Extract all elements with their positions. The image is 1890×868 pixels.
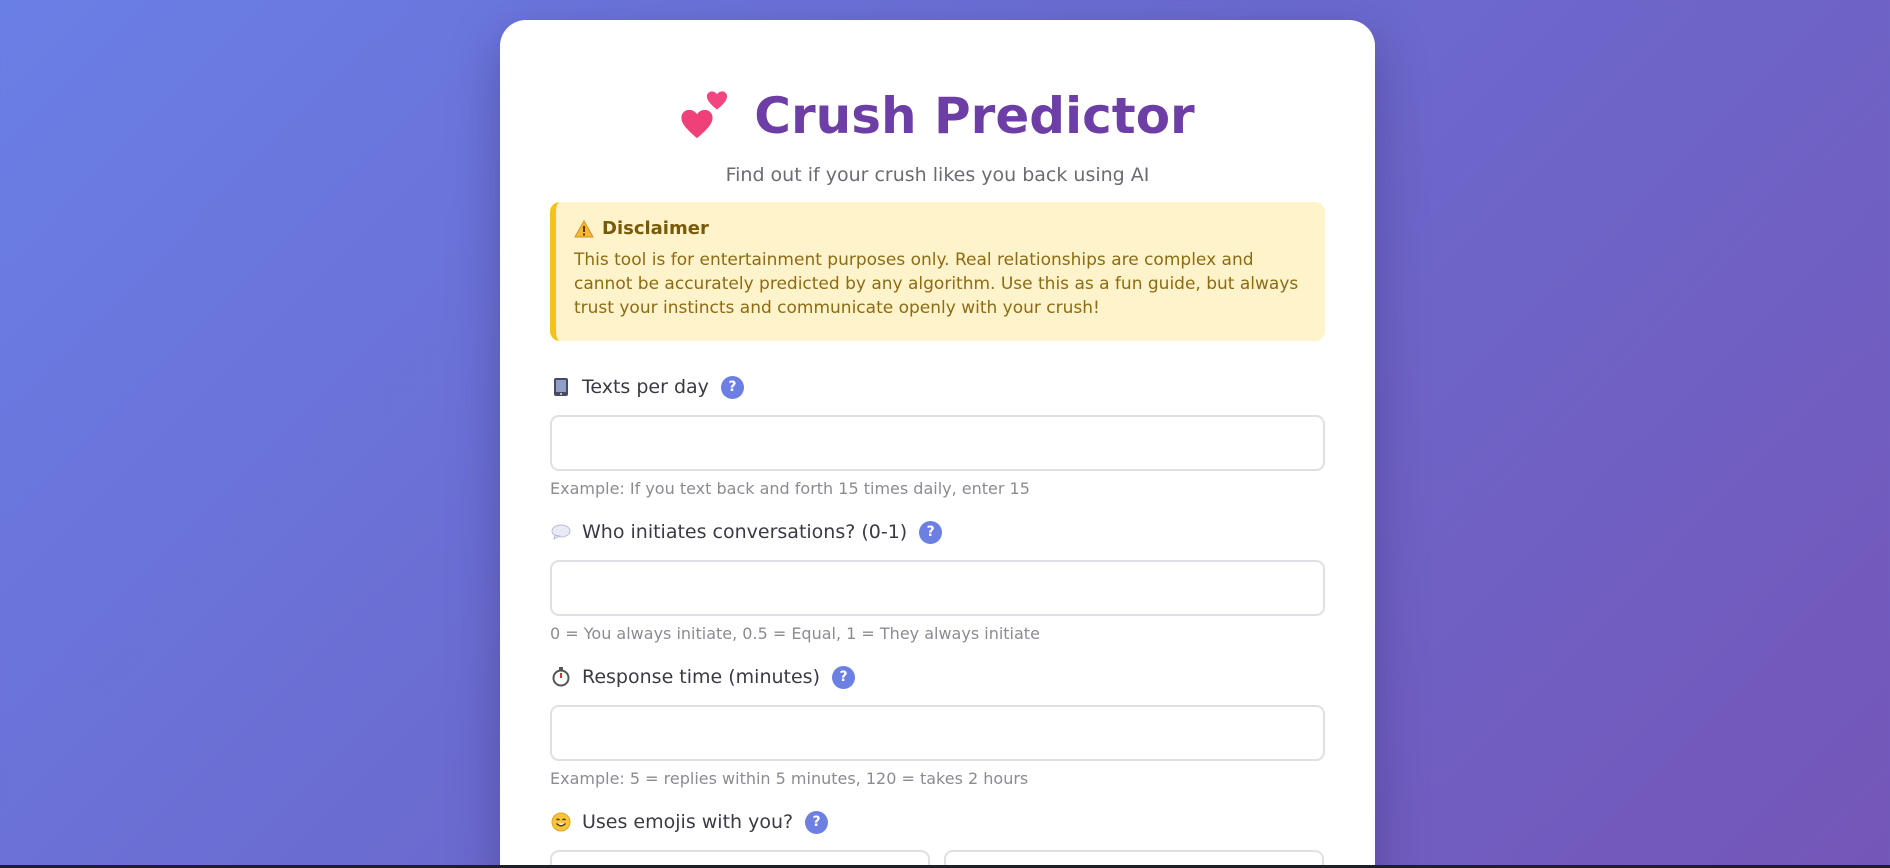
predictor-card: Crush Predictor Find out if your crush l… bbox=[500, 20, 1375, 868]
texts-per-day-field: Texts per day ? Example: If you text bac… bbox=[550, 373, 1325, 498]
emojis-help-button[interactable]: ? bbox=[805, 810, 829, 834]
warning-icon bbox=[574, 219, 594, 237]
emojis-label: Uses emojis with you? bbox=[582, 811, 794, 833]
emojis-field: Uses emojis with you? ? bbox=[550, 808, 1325, 868]
page-title: Crush Predictor bbox=[754, 87, 1195, 145]
disclaimer-text: This tool is for entertainment purposes … bbox=[574, 250, 1299, 318]
response-time-hint: Example: 5 = replies within 5 minutes, 1… bbox=[550, 769, 1029, 788]
speech-bubble-icon bbox=[550, 521, 572, 543]
page-subtitle: Find out if your crush likes you back us… bbox=[725, 164, 1150, 186]
disclaimer-box: Disclaimer This tool is for entertainmen… bbox=[550, 202, 1325, 341]
texts-per-day-hint: Example: If you text back and forth 15 t… bbox=[550, 479, 1030, 498]
texts-per-day-help-button[interactable]: ? bbox=[720, 375, 744, 399]
smiley-icon bbox=[550, 811, 572, 833]
initiates-hint: 0 = You always initiate, 0.5 = Equal, 1 … bbox=[550, 624, 1040, 643]
texts-per-day-label: Texts per day bbox=[582, 376, 709, 398]
texts-per-day-input[interactable] bbox=[550, 415, 1325, 471]
phone-icon bbox=[550, 376, 572, 398]
two-hearts-icon bbox=[680, 90, 732, 142]
response-time-field: Response time (minutes) ? Example: 5 = r… bbox=[550, 663, 1325, 788]
initiates-label: Who initiates conversations? (0-1) bbox=[582, 521, 908, 543]
initiates-help-button[interactable]: ? bbox=[919, 520, 943, 544]
response-time-label: Response time (minutes) bbox=[582, 666, 820, 688]
response-time-help-button[interactable]: ? bbox=[832, 665, 855, 689]
header: Crush Predictor Find out if your crush l… bbox=[500, 80, 1375, 186]
response-time-input[interactable] bbox=[550, 705, 1325, 761]
disclaimer-title: Disclaimer bbox=[602, 218, 709, 239]
initiates-input[interactable] bbox=[550, 560, 1325, 616]
initiates-field: Who initiates conversations? (0-1) ? 0 =… bbox=[550, 518, 1325, 643]
stopwatch-icon bbox=[550, 666, 572, 688]
